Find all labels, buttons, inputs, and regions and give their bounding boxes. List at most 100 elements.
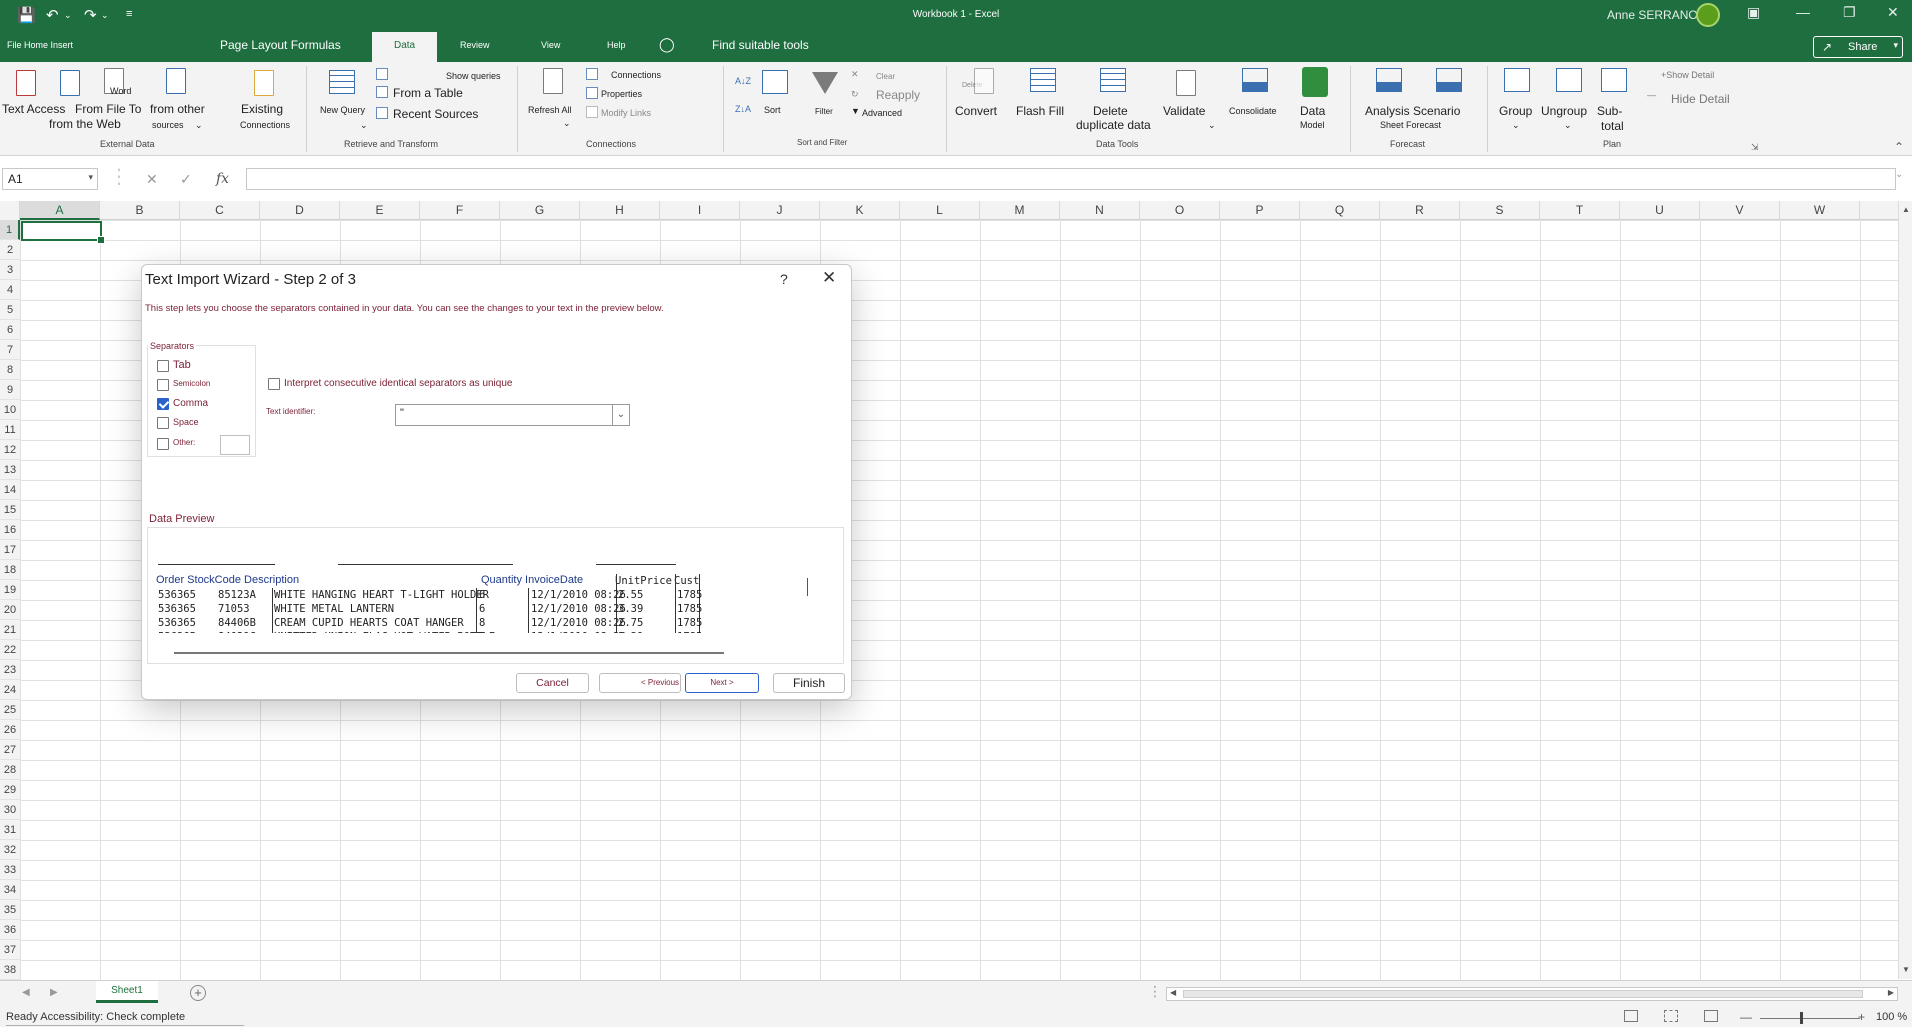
- row-header[interactable]: 15: [0, 500, 20, 520]
- tab-help[interactable]: Help: [607, 40, 626, 50]
- add-sheet-icon[interactable]: +: [190, 985, 206, 1001]
- active-cell[interactable]: [21, 221, 105, 244]
- page-layout-view-icon[interactable]: [1664, 1010, 1678, 1022]
- row-header[interactable]: 29: [0, 780, 20, 800]
- clear-icon[interactable]: ✕: [851, 69, 859, 80]
- text-identifier-select[interactable]: " ⌄: [395, 404, 630, 426]
- zoom-level[interactable]: 100 %: [1876, 1011, 1907, 1023]
- validate-button[interactable]: Validate: [1163, 104, 1205, 118]
- insert-function-icon[interactable]: fx: [216, 171, 229, 187]
- column-break[interactable]: [675, 574, 676, 633]
- next-button[interactable]: Next >: [685, 673, 759, 693]
- row-header[interactable]: 30: [0, 800, 20, 820]
- other-checkbox[interactable]: [157, 438, 169, 450]
- show-detail-button[interactable]: +Show Detail: [1661, 70, 1714, 81]
- chevron-down-icon[interactable]: ▾: [88, 172, 93, 183]
- flash-fill-icon[interactable]: [1030, 68, 1056, 92]
- column-header[interactable]: V: [1700, 201, 1780, 220]
- row-header[interactable]: 20: [0, 600, 20, 620]
- column-header[interactable]: C: [180, 201, 260, 220]
- row-header[interactable]: 25: [0, 700, 20, 720]
- show-queries-icon[interactable]: [376, 68, 388, 80]
- row-header[interactable]: 21: [0, 620, 20, 640]
- column-header[interactable]: G: [500, 201, 580, 220]
- chevron-down-icon[interactable]: ⌄: [612, 405, 629, 425]
- scroll-right-icon[interactable]: ▶: [1888, 988, 1894, 997]
- chevron-down-icon[interactable]: ⌄: [1208, 120, 1216, 131]
- modify-links-button[interactable]: Modify Links: [601, 108, 651, 119]
- row-header[interactable]: 22: [0, 640, 20, 660]
- column-header[interactable]: H: [580, 201, 660, 220]
- preview-horizontal-scrollbar[interactable]: [174, 652, 724, 654]
- scroll-down-icon[interactable]: ▼: [1902, 965, 1910, 974]
- consecutive-checkbox[interactable]: [268, 378, 280, 390]
- data-preview[interactable]: Order StockCode Description Quantity Inv…: [147, 527, 844, 664]
- refresh-all-icon[interactable]: [543, 68, 563, 94]
- row-header[interactable]: 2: [0, 240, 20, 260]
- remove-duplicates-icon[interactable]: [1100, 68, 1126, 92]
- row-header[interactable]: 5: [0, 300, 20, 320]
- chevron-down-icon[interactable]: ▾: [1893, 40, 1898, 51]
- space-checkbox[interactable]: [157, 417, 169, 429]
- data-model-icon[interactable]: [1302, 67, 1328, 97]
- row-header[interactable]: 31: [0, 820, 20, 840]
- cancel-button[interactable]: Cancel: [516, 673, 589, 693]
- minimize-icon[interactable]: —: [1796, 4, 1810, 20]
- group-button[interactable]: Group: [1499, 104, 1532, 118]
- recent-sources-icon[interactable]: [376, 107, 388, 119]
- sort-icon[interactable]: [762, 70, 788, 94]
- consolidate-button[interactable]: Consolidate: [1229, 106, 1277, 117]
- column-header[interactable]: Q: [1300, 201, 1380, 220]
- row-header[interactable]: 37: [0, 940, 20, 960]
- collapse-ribbon-icon[interactable]: ⌃: [1894, 140, 1904, 154]
- table-icon[interactable]: [376, 86, 388, 98]
- from-web-icon[interactable]: [60, 70, 80, 96]
- analysis-scenario-button[interactable]: Analysis Scenario: [1365, 104, 1460, 118]
- comma-checkbox[interactable]: [157, 398, 169, 410]
- restore-icon[interactable]: ❐: [1843, 4, 1856, 21]
- column-header[interactable]: D: [260, 201, 340, 220]
- row-header[interactable]: 17: [0, 540, 20, 560]
- tab-find-suitable-tools[interactable]: Find suitable tools: [712, 38, 809, 52]
- sort-descending-icon[interactable]: Z↓A: [735, 104, 751, 115]
- previous-button[interactable]: < Previous: [599, 673, 681, 693]
- chevron-down-icon[interactable]: ⌄: [360, 120, 368, 131]
- delete-button[interactable]: Delete: [1093, 104, 1128, 118]
- chevron-down-icon[interactable]: ⌄: [1564, 120, 1572, 131]
- column-header[interactable]: R: [1380, 201, 1460, 220]
- row-header[interactable]: 14: [0, 480, 20, 500]
- row-header[interactable]: 7: [0, 340, 20, 360]
- column-header[interactable]: F: [420, 201, 500, 220]
- clear-button[interactable]: Clear: [876, 71, 895, 82]
- avatar[interactable]: [1696, 3, 1720, 27]
- column-header[interactable]: M: [980, 201, 1060, 220]
- page-break-view-icon[interactable]: [1704, 1010, 1718, 1022]
- row-header[interactable]: 26: [0, 720, 20, 740]
- advanced-button[interactable]: Advanced: [862, 108, 902, 119]
- row-header[interactable]: 32: [0, 840, 20, 860]
- recent-sources-button[interactable]: Recent Sources: [393, 107, 478, 121]
- advanced-icon[interactable]: ▼: [851, 106, 860, 117]
- consolidate-icon[interactable]: [1242, 68, 1268, 92]
- row-header[interactable]: 24: [0, 680, 20, 700]
- flash-fill-button[interactable]: Flash Fill: [1016, 104, 1064, 118]
- row-header[interactable]: 36: [0, 920, 20, 940]
- ungroup-button[interactable]: Ungroup: [1541, 104, 1587, 118]
- column-header[interactable]: U: [1620, 201, 1700, 220]
- refresh-all-button[interactable]: Refresh All: [528, 105, 572, 116]
- new-query-icon[interactable]: [329, 70, 355, 94]
- properties-button[interactable]: Properties: [601, 89, 642, 100]
- row-header[interactable]: 12: [0, 440, 20, 460]
- horizontal-scrollbar[interactable]: ◀ ▶: [1166, 987, 1898, 1001]
- row-header[interactable]: 1: [0, 220, 20, 240]
- preview-header-unitprice[interactable]: UnitPrice: [615, 575, 672, 587]
- row-header[interactable]: 27: [0, 740, 20, 760]
- preview-header-order[interactable]: Order StockCode Description: [156, 574, 299, 586]
- sort-button[interactable]: Sort: [764, 105, 781, 116]
- lightbulb-icon[interactable]: ◯: [659, 36, 675, 53]
- zoom-slider-thumb[interactable]: [1800, 1012, 1803, 1024]
- row-header[interactable]: 35: [0, 900, 20, 920]
- row-header[interactable]: 34: [0, 880, 20, 900]
- row-header[interactable]: 3: [0, 260, 20, 280]
- tab-view[interactable]: View: [541, 40, 560, 50]
